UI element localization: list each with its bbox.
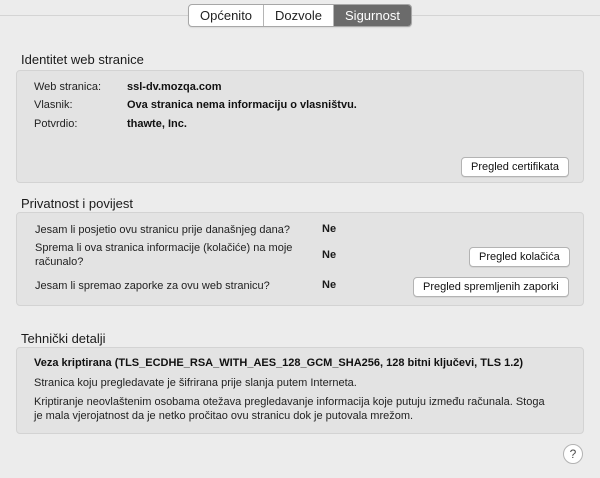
encryption-info-line2: Kriptiranje neovlaštenim osobama otežava… xyxy=(34,396,545,408)
owner-label: Vlasnik: xyxy=(34,99,73,111)
privacy-section-title: Privatnost i povijest xyxy=(21,196,133,211)
verifier-label: Potvrdio: xyxy=(34,118,78,130)
connection-status: Veza kriptirana (TLS_ECDHE_RSA_WITH_AES_… xyxy=(34,357,524,369)
view-cookies-button[interactable]: Pregled kolačića xyxy=(469,247,570,267)
view-saved-passwords-button[interactable]: Pregled spremljenih zaporki xyxy=(413,277,569,297)
technical-section-title: Tehnički detalji xyxy=(21,331,106,346)
view-certificate-button[interactable]: Pregled certifikata xyxy=(461,157,570,177)
website-value: ssl-dv.mozqa.com xyxy=(127,81,222,93)
website-label: Web stranica: xyxy=(34,81,102,93)
identity-box: Web stranica: ssl-dv.mozqa.com Vlasnik: … xyxy=(16,70,584,183)
tab-permissions[interactable]: Dozvole xyxy=(264,5,335,26)
passwords-question: Jesam li spremao zaporke za ovu web stra… xyxy=(35,280,270,292)
cookies-answer: Ne xyxy=(322,249,337,261)
tab-general[interactable]: Općenito xyxy=(189,5,265,26)
privacy-box: Jesam li posjetio ovu stranicu prije dan… xyxy=(16,212,584,306)
cookies-question-line1: Sprema li ova stranica informacije (kola… xyxy=(35,242,293,254)
help-button[interactable]: ? xyxy=(563,444,583,464)
cookies-question-line2: računalo? xyxy=(35,256,84,268)
tab-security[interactable]: Sigurnost xyxy=(334,5,411,26)
owner-value: Ova stranica nema informaciju o vlasništ… xyxy=(127,99,357,111)
technical-box: Veza kriptirana (TLS_ECDHE_RSA_WITH_AES_… xyxy=(16,347,584,434)
encryption-info-line3: je mala vjerojatnost da je netko pročita… xyxy=(34,410,414,422)
visited-answer: Ne xyxy=(322,223,337,235)
visited-question: Jesam li posjetio ovu stranicu prije dan… xyxy=(35,224,290,236)
identity-section-title: Identitet web stranice xyxy=(21,52,144,67)
passwords-answer: Ne xyxy=(322,279,337,291)
verifier-value: thawte, Inc. xyxy=(127,118,187,130)
encryption-info-line1: Stranica koju pregledavate je šifrirana … xyxy=(34,377,357,389)
tab-bar: Općenito Dozvole Sigurnost xyxy=(188,4,412,27)
